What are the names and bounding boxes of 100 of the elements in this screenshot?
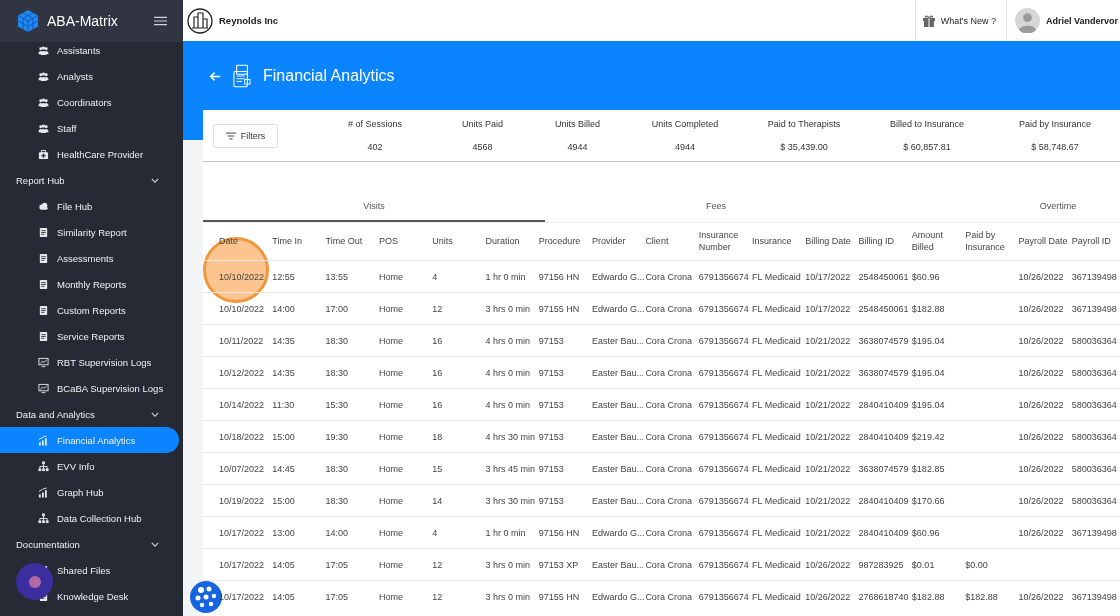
- table-cell: FL Medicaid: [751, 591, 801, 602]
- table-cell: 6791356674: [698, 271, 749, 282]
- table-cell: Edwardo G...: [592, 271, 645, 282]
- column-header[interactable]: POS: [378, 235, 433, 248]
- table-cell: 3 hrs 45 min: [485, 463, 535, 474]
- table-cell: 10/21/2022: [805, 399, 851, 410]
- table-cell: 10/26/2022: [805, 559, 851, 570]
- sidebar-item[interactable]: File Hub: [0, 193, 179, 219]
- stat-label: Units Billed: [555, 119, 600, 129]
- column-header[interactable]: Client: [645, 235, 699, 248]
- people-icon: [38, 70, 49, 82]
- table-cell: $170.66: [911, 495, 945, 506]
- sidebar-item[interactable]: Coordinators: [0, 89, 179, 115]
- sidebar-section[interactable]: Data and Analytics: [0, 401, 183, 427]
- stat-label: Billed to Insurance: [889, 119, 964, 129]
- table-cell: Cora Crona: [645, 559, 692, 570]
- table-cell: 97153: [538, 463, 564, 474]
- table-cell: $60.96: [911, 527, 940, 538]
- stat-label: Paid by Insurance: [1018, 119, 1091, 129]
- table-cell: 580036364: [1071, 431, 1117, 442]
- column-header[interactable]: Payroll ID: [1071, 235, 1120, 248]
- sidebar-item[interactable]: Assessments: [0, 245, 179, 271]
- sidebar-item[interactable]: Similarity Report: [0, 219, 179, 245]
- column-header[interactable]: Time Out: [325, 235, 379, 248]
- table-cell: Home: [378, 591, 403, 602]
- table-cell: FL Medicaid: [751, 559, 801, 570]
- table-cell: Home: [378, 431, 403, 442]
- table-cell: 2548450061: [858, 303, 909, 314]
- table-cell: 367139498: [1071, 271, 1117, 282]
- column-header[interactable]: Date: [219, 235, 273, 248]
- table-cell: 10/21/2022: [805, 463, 851, 474]
- whats-new-button[interactable]: What's New ?: [914, 0, 1007, 41]
- table-cell: 97153 XP: [538, 559, 579, 570]
- table-cell: 4: [432, 527, 438, 538]
- tab[interactable]: Visits: [203, 195, 545, 222]
- sidebar-section[interactable]: Documentation: [0, 531, 183, 557]
- table-cell: 1 hr 0 min: [485, 527, 526, 538]
- table-cell: FL Medicaid: [751, 495, 801, 506]
- table-cell: 2768618740: [858, 591, 909, 602]
- sidebar-item[interactable]: Service Reports: [0, 323, 179, 349]
- table-cell: 3 hrs 0 min: [485, 303, 530, 314]
- table-cell: Home: [378, 559, 403, 570]
- tab[interactable]: Fees: [545, 195, 887, 222]
- sidebar-item[interactable]: EVV Info: [0, 453, 179, 479]
- table-cell: 10/19/2022: [219, 495, 265, 506]
- menu-icon[interactable]: [154, 16, 167, 26]
- column-header[interactable]: Paid by Insurance: [965, 229, 1019, 254]
- people-icon: [38, 44, 49, 56]
- monitor-icon: [38, 356, 49, 368]
- column-header[interactable]: Payroll Date: [1018, 235, 1072, 248]
- sidebar-item[interactable]: Graph Hub: [0, 479, 179, 505]
- sidebar-item[interactable]: Staff: [0, 115, 179, 141]
- tab[interactable]: Overtime: [887, 195, 1120, 222]
- table-cell: Home: [378, 495, 403, 506]
- table-cell: 1 hr 0 min: [485, 271, 526, 282]
- column-header[interactable]: Amount Billed: [911, 229, 966, 254]
- table-cell: 2548450061: [858, 271, 909, 282]
- table-cell: FL Medicaid: [751, 367, 801, 378]
- cube-logo-icon: [16, 9, 40, 33]
- sidebar-item[interactable]: Custom Reports: [0, 297, 179, 323]
- filters-button[interactable]: Filters: [213, 123, 278, 148]
- floating-action-button[interactable]: [16, 563, 53, 600]
- table-cell: FL Medicaid: [751, 527, 801, 538]
- stat-label: Paid to Therapists: [767, 119, 841, 129]
- column-header[interactable]: Units: [432, 235, 486, 248]
- sidebar-item[interactable]: Data Collection Hub: [0, 505, 179, 531]
- people-icon: [38, 122, 49, 134]
- table-cell: $195.04: [911, 335, 945, 346]
- table-cell: Easter Bau...: [592, 335, 645, 346]
- table-cell: 10/21/2022: [805, 367, 851, 378]
- column-header[interactable]: Billing Date: [805, 235, 859, 248]
- table-cell: 14: [432, 495, 443, 506]
- avatar-icon[interactable]: [1014, 8, 1040, 33]
- app-name: ABA-Matrix: [47, 13, 119, 29]
- back-arrow-icon[interactable]: [209, 70, 221, 82]
- sidebar-item[interactable]: Assistants: [0, 37, 179, 63]
- table-cell: 580036364: [1071, 495, 1117, 506]
- sidebar-item[interactable]: Analysts: [0, 63, 179, 89]
- column-header[interactable]: Insurance: [751, 235, 806, 248]
- sidebar-section[interactable]: Report Hub: [0, 167, 183, 193]
- table-cell: 18:30: [325, 463, 349, 474]
- sidebar-item[interactable]: BCaBA Supervision Logs: [0, 375, 179, 401]
- column-header[interactable]: Duration: [485, 235, 539, 248]
- table-cell: 6791356674: [698, 527, 749, 538]
- sidebar-item[interactable]: RBT Supervision Logs: [0, 349, 179, 375]
- sidebar-item[interactable]: Monthly Reports: [0, 271, 179, 297]
- user-name[interactable]: Adriel Vandervor: [1045, 15, 1118, 26]
- sidebar-item[interactable]: HealthCare Provider: [0, 141, 179, 167]
- column-header[interactable]: Time In: [272, 235, 326, 248]
- column-header[interactable]: Provider: [592, 235, 646, 248]
- column-header[interactable]: Billing ID: [858, 235, 912, 248]
- table-cell: Easter Bau...: [592, 399, 645, 410]
- table-cell: 4 hrs 30 min: [485, 431, 535, 442]
- table-cell: 10/26/2022: [1018, 367, 1064, 378]
- table-cell: 3638074579: [858, 463, 909, 474]
- column-header[interactable]: Insurance Number: [698, 229, 752, 254]
- column-header[interactable]: Procedure: [538, 235, 593, 248]
- table-cell: 16: [432, 399, 443, 410]
- table-cell: 580036364: [1071, 367, 1117, 378]
- stat-value: $ 35,439.00: [780, 142, 828, 152]
